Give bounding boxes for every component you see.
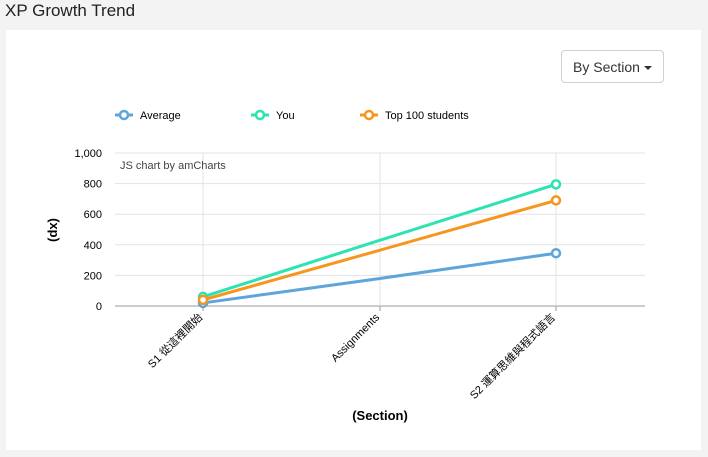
x-axis-title: (Section) — [352, 408, 408, 423]
data-point[interactable] — [550, 247, 562, 259]
legend-label[interactable]: Top 100 students — [385, 110, 469, 122]
chart-grid — [115, 152, 645, 307]
xp-line-chart: Average You Top 100 students JS chart by a… — [47, 109, 645, 423]
x-tick-label: S1 從這裡開始 — [145, 310, 205, 370]
data-point[interactable] — [197, 294, 209, 306]
y-tick-label: 600 — [84, 209, 102, 221]
y-tick-label: 200 — [84, 270, 102, 282]
y-tick-label: 400 — [84, 240, 102, 252]
data-point[interactable] — [550, 179, 562, 190]
y-axis-title: (xp) — [47, 218, 62, 242]
chart-credit[interactable]: JS chart by amCharts — [120, 160, 226, 172]
data-point[interactable] — [550, 195, 562, 206]
x-tick-label: S2 運算思維與程式語言 — [467, 310, 559, 402]
legend-marker-dot — [254, 109, 266, 121]
y-tick-label: 1,000 — [74, 148, 102, 160]
legend-marker-dot — [363, 109, 375, 121]
x-tick-label: Assignments — [329, 311, 382, 364]
y-tick-label: 800 — [84, 179, 102, 191]
chart-legend: Average You Top 100 students — [115, 109, 469, 122]
legend-marker-dot — [118, 109, 130, 121]
legend-label[interactable]: You — [276, 110, 295, 122]
legend-label[interactable]: Average — [140, 110, 181, 122]
y-tick-label: 0 — [96, 301, 102, 313]
